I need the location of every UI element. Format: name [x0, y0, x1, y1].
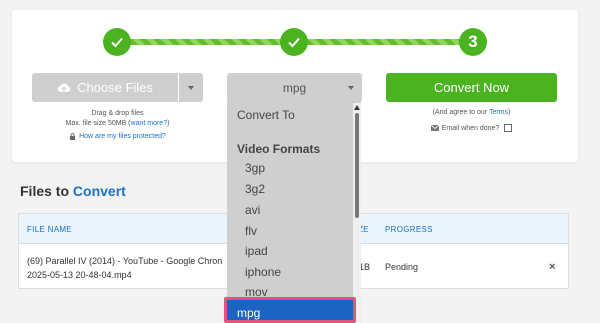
checkmark-icon: [288, 37, 300, 48]
terms-agreement: (And agree to our Terms): [386, 109, 557, 116]
cloud-upload-icon: [57, 83, 71, 92]
dropdown-option[interactable]: 3gp: [245, 161, 265, 175]
scroll-up-arrow-icon[interactable]: [354, 105, 360, 110]
dropdown-option[interactable]: ipad: [245, 244, 268, 258]
max-size-close: ): [167, 120, 170, 127]
filename-line-2: 2025-05-13 20-48-04.mp4: [27, 270, 132, 280]
drag-drop-hint: Drag & drop files: [91, 110, 144, 117]
table-row-progress: Pending: [385, 262, 419, 272]
caret-down-icon: [188, 85, 194, 90]
table-row-filename: (69) Parallel IV (2014) - YouTube - Goog…: [27, 254, 247, 282]
protection-link[interactable]: How are my files protected?: [32, 133, 203, 140]
title-text: Files to: [20, 183, 73, 199]
format-select-value: mpg: [282, 80, 307, 95]
format-select[interactable]: mpg: [227, 73, 362, 102]
dropdown-option[interactable]: 3g2: [245, 182, 265, 196]
max-size-text: Max. file size 50MB (: [65, 120, 131, 127]
protection-link-text: How are my files protected?: [79, 133, 166, 140]
email-label: Email when done?: [441, 124, 500, 132]
max-size-hint: Max. file size 50MB (want more?): [32, 120, 203, 127]
step-1-complete: [103, 28, 131, 56]
selected-option-label: mpg: [237, 306, 261, 320]
dropdown-option[interactable]: avi: [245, 203, 260, 217]
dropdown-convert-to: Convert To: [237, 108, 295, 122]
scrollbar-thumb[interactable]: [355, 113, 359, 218]
format-dropdown-menu: Convert To Video Formats 3gp 3g2 avi flv…: [227, 101, 361, 323]
email-when-done: Email when done?: [386, 124, 557, 132]
want-more-link[interactable]: want more?: [131, 120, 168, 127]
remove-file-button[interactable]: ×: [549, 261, 555, 273]
step-2-complete: [280, 28, 308, 56]
files-section-title: Files to Convert: [20, 183, 126, 199]
agree-text: (And agree to our: [432, 109, 489, 116]
step-3-number: 3: [459, 28, 487, 56]
choose-files-button[interactable]: Choose Files: [32, 73, 178, 102]
email-checkbox[interactable]: [504, 124, 513, 132]
dropdown-option[interactable]: iphone: [245, 265, 281, 279]
title-accent: Convert: [72, 183, 126, 199]
step-track-2: [293, 39, 473, 45]
convert-now-button[interactable]: Convert Now: [386, 73, 557, 102]
dropdown-group-header: Video Formats: [237, 142, 321, 156]
header-progress: PROGRESS: [385, 225, 433, 234]
filename-line-1: (69) Parallel IV (2014) - YouTube - Goog…: [27, 256, 223, 266]
header-file-name: FILE NAME: [27, 225, 72, 234]
agree-close: ): [508, 109, 511, 116]
checkmark-icon: [111, 37, 123, 48]
step-track-1: [117, 39, 295, 45]
lock-icon: [69, 133, 76, 140]
choose-files-dropdown-toggle[interactable]: [179, 73, 203, 102]
progress-steps: 3: [103, 28, 487, 56]
envelope-icon: [430, 125, 439, 131]
terms-link[interactable]: Terms: [489, 109, 508, 116]
dropdown-option-selected[interactable]: mpg: [224, 297, 356, 323]
caret-down-icon: [348, 86, 354, 90]
dropdown-scrollbar[interactable]: [353, 103, 361, 323]
choose-files-label: Choose Files: [77, 80, 153, 95]
dropdown-option[interactable]: flv: [245, 224, 257, 238]
